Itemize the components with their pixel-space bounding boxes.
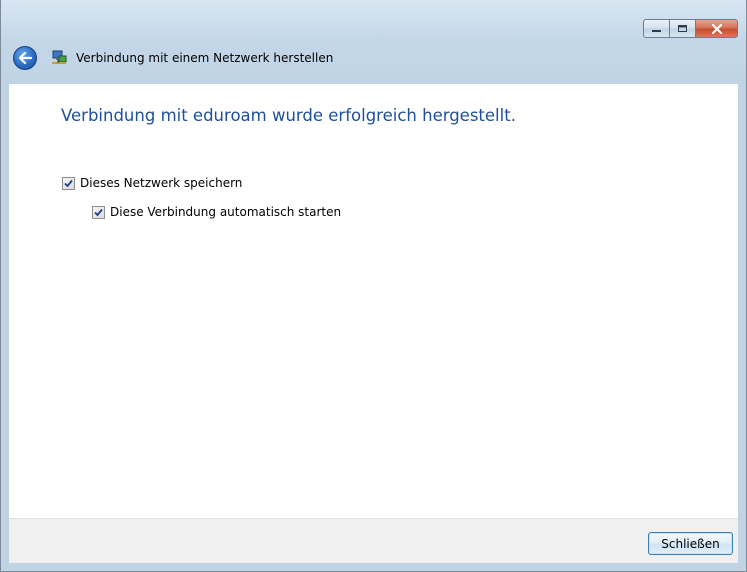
close-window-button[interactable]: [695, 19, 738, 38]
close-button[interactable]: Schließen: [648, 532, 733, 555]
back-arrow-icon: [18, 52, 32, 64]
save-network-label: Dieses Netzwerk speichern: [80, 176, 243, 190]
title-bar: Verbindung mit einem Netzwerk herstellen: [1, 0, 746, 84]
checkmark-icon: [64, 179, 73, 187]
minimize-button[interactable]: [643, 19, 669, 38]
dialog-window: Verbindung mit einem Netzwerk herstellen…: [0, 0, 747, 572]
auto-connect-option[interactable]: Diese Verbindung automatisch starten: [92, 205, 341, 219]
close-icon: [711, 23, 722, 34]
save-network-option[interactable]: Dieses Netzwerk speichern: [62, 176, 242, 190]
checkmark-icon: [94, 208, 103, 216]
dialog-footer: Schließen: [9, 518, 738, 563]
status-heading: Verbindung mit eduroam wurde erfolgreich…: [61, 106, 516, 125]
auto-connect-label: Diese Verbindung automatisch starten: [110, 205, 342, 219]
content-area: Verbindung mit eduroam wurde erfolgreich…: [9, 84, 738, 518]
navigation-row: Verbindung mit einem Netzwerk herstellen: [13, 45, 333, 71]
network-connection-icon: [51, 50, 67, 66]
maximize-button[interactable]: [669, 19, 695, 38]
maximize-icon: [678, 25, 687, 32]
save-network-checkbox[interactable]: [62, 176, 75, 190]
back-button[interactable]: [13, 46, 37, 70]
auto-connect-checkbox[interactable]: [92, 205, 105, 219]
caption-buttons: [643, 19, 738, 38]
window-title: Verbindung mit einem Netzwerk herstellen: [76, 51, 334, 65]
minimize-icon: [652, 29, 661, 32]
